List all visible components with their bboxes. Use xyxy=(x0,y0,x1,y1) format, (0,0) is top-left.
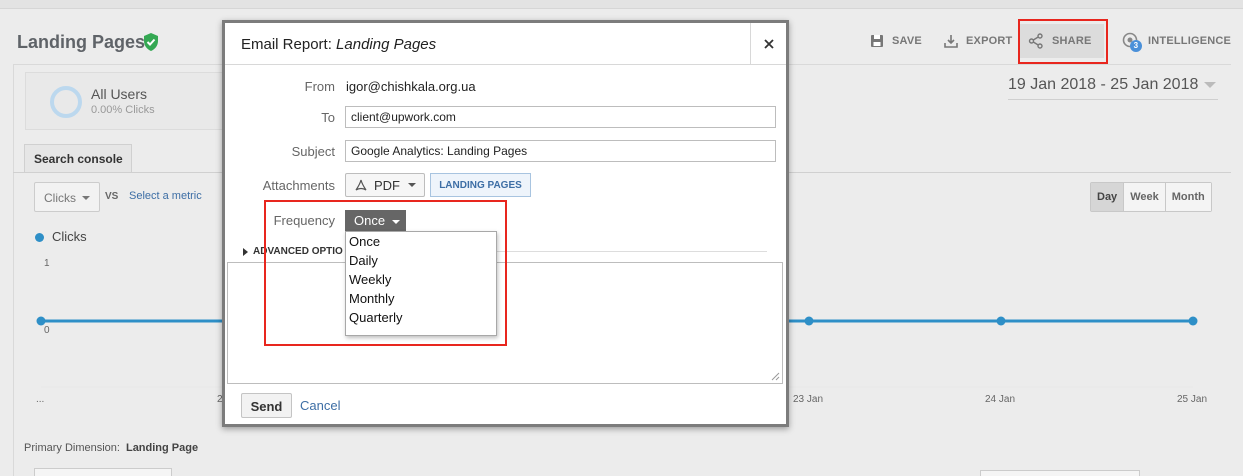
pdf-label: PDF xyxy=(374,177,400,193)
tab-search-console[interactable]: Search console xyxy=(24,144,132,173)
data-point[interactable] xyxy=(1188,316,1198,326)
to-input[interactable] xyxy=(345,106,776,128)
segment-name: All Users xyxy=(91,86,148,102)
x-label: 25 Jan xyxy=(1177,394,1208,405)
date-range-picker[interactable]: 19 Jan 2018 - 25 Jan 2018 xyxy=(1008,76,1218,100)
download-icon xyxy=(944,35,958,48)
x-label: 23 Jan xyxy=(793,394,824,405)
metric-select-value: Clicks xyxy=(44,191,76,205)
secondary-dimension-select[interactable] xyxy=(34,468,172,476)
granularity-toggle: Day Week Month xyxy=(1090,182,1212,212)
verified-shield-icon xyxy=(144,33,158,51)
close-icon xyxy=(763,39,774,49)
segment-sub: 0.00% Clicks xyxy=(91,104,155,116)
intelligence-badge: 3 xyxy=(1130,40,1142,52)
legend-dot xyxy=(35,233,44,242)
save-icon xyxy=(871,35,883,47)
select-metric-link[interactable]: Select a metric xyxy=(129,190,202,202)
subject-input[interactable] xyxy=(345,140,776,162)
primary-dimension-label: Primary Dimension: xyxy=(24,442,120,454)
chevron-down-icon xyxy=(1204,82,1216,88)
pdf-format-button[interactable]: PDF xyxy=(345,173,425,197)
attachments-label: Attachments xyxy=(262,178,335,193)
expand-triangle-icon xyxy=(243,248,248,256)
subject-label: Subject xyxy=(291,144,335,159)
vs-label: VS xyxy=(105,191,119,202)
data-point[interactable] xyxy=(36,316,46,326)
send-button[interactable]: Send xyxy=(241,393,292,418)
export-button[interactable]: EXPORT xyxy=(936,24,1020,58)
save-button[interactable]: SAVE xyxy=(862,24,930,58)
dialog-title: Email Report: Landing Pages xyxy=(241,36,436,53)
primary-dimension: Primary Dimension: Landing Page xyxy=(24,442,198,454)
granularity-week-button[interactable]: Week xyxy=(1124,183,1166,211)
dialog-header: Email Report: Landing Pages xyxy=(225,23,786,65)
from-value: igor@chishkala.org.ua xyxy=(346,79,476,94)
dialog-title-prefix: Email Report: xyxy=(241,36,332,53)
chevron-down-icon xyxy=(408,183,416,187)
table-search-input[interactable] xyxy=(980,470,1140,476)
x-label: ... xyxy=(36,394,45,405)
close-button[interactable] xyxy=(750,23,786,65)
intelligence-button[interactable]: 3 INTELLIGENCE xyxy=(1114,24,1239,58)
metric-select[interactable]: Clicks xyxy=(34,182,100,212)
frequency-highlight xyxy=(264,200,507,346)
page-title: Landing Pages xyxy=(17,32,146,52)
top-bar xyxy=(0,0,1243,9)
from-label: From xyxy=(304,79,335,94)
intelligence-icon: 3 xyxy=(1122,32,1142,52)
to-label: To xyxy=(321,110,335,125)
dialog-title-report: Landing Pages xyxy=(336,36,437,53)
landing-pages-attachment[interactable]: LANDING PAGES xyxy=(430,173,531,197)
date-range-value: 19 Jan 2018 - 25 Jan 2018 xyxy=(1008,76,1199,93)
data-point[interactable] xyxy=(804,316,814,326)
segment-ring-icon xyxy=(50,86,82,118)
cancel-link[interactable]: Cancel xyxy=(300,398,340,413)
intelligence-label: INTELLIGENCE xyxy=(1148,35,1232,47)
primary-dimension-value[interactable]: Landing Page xyxy=(126,442,198,454)
granularity-day-button[interactable]: Day xyxy=(1091,183,1125,211)
share-highlight xyxy=(1018,19,1108,64)
export-label: EXPORT xyxy=(966,35,1013,47)
data-point[interactable] xyxy=(996,316,1006,326)
x-label: 24 Jan xyxy=(985,394,1016,405)
chevron-down-icon xyxy=(82,196,90,200)
save-label: SAVE xyxy=(892,35,922,47)
resize-handle-icon[interactable] xyxy=(771,372,780,381)
legend-label: Clicks xyxy=(52,229,87,244)
pdf-icon xyxy=(355,179,367,191)
granularity-month-button[interactable]: Month xyxy=(1165,183,1211,211)
